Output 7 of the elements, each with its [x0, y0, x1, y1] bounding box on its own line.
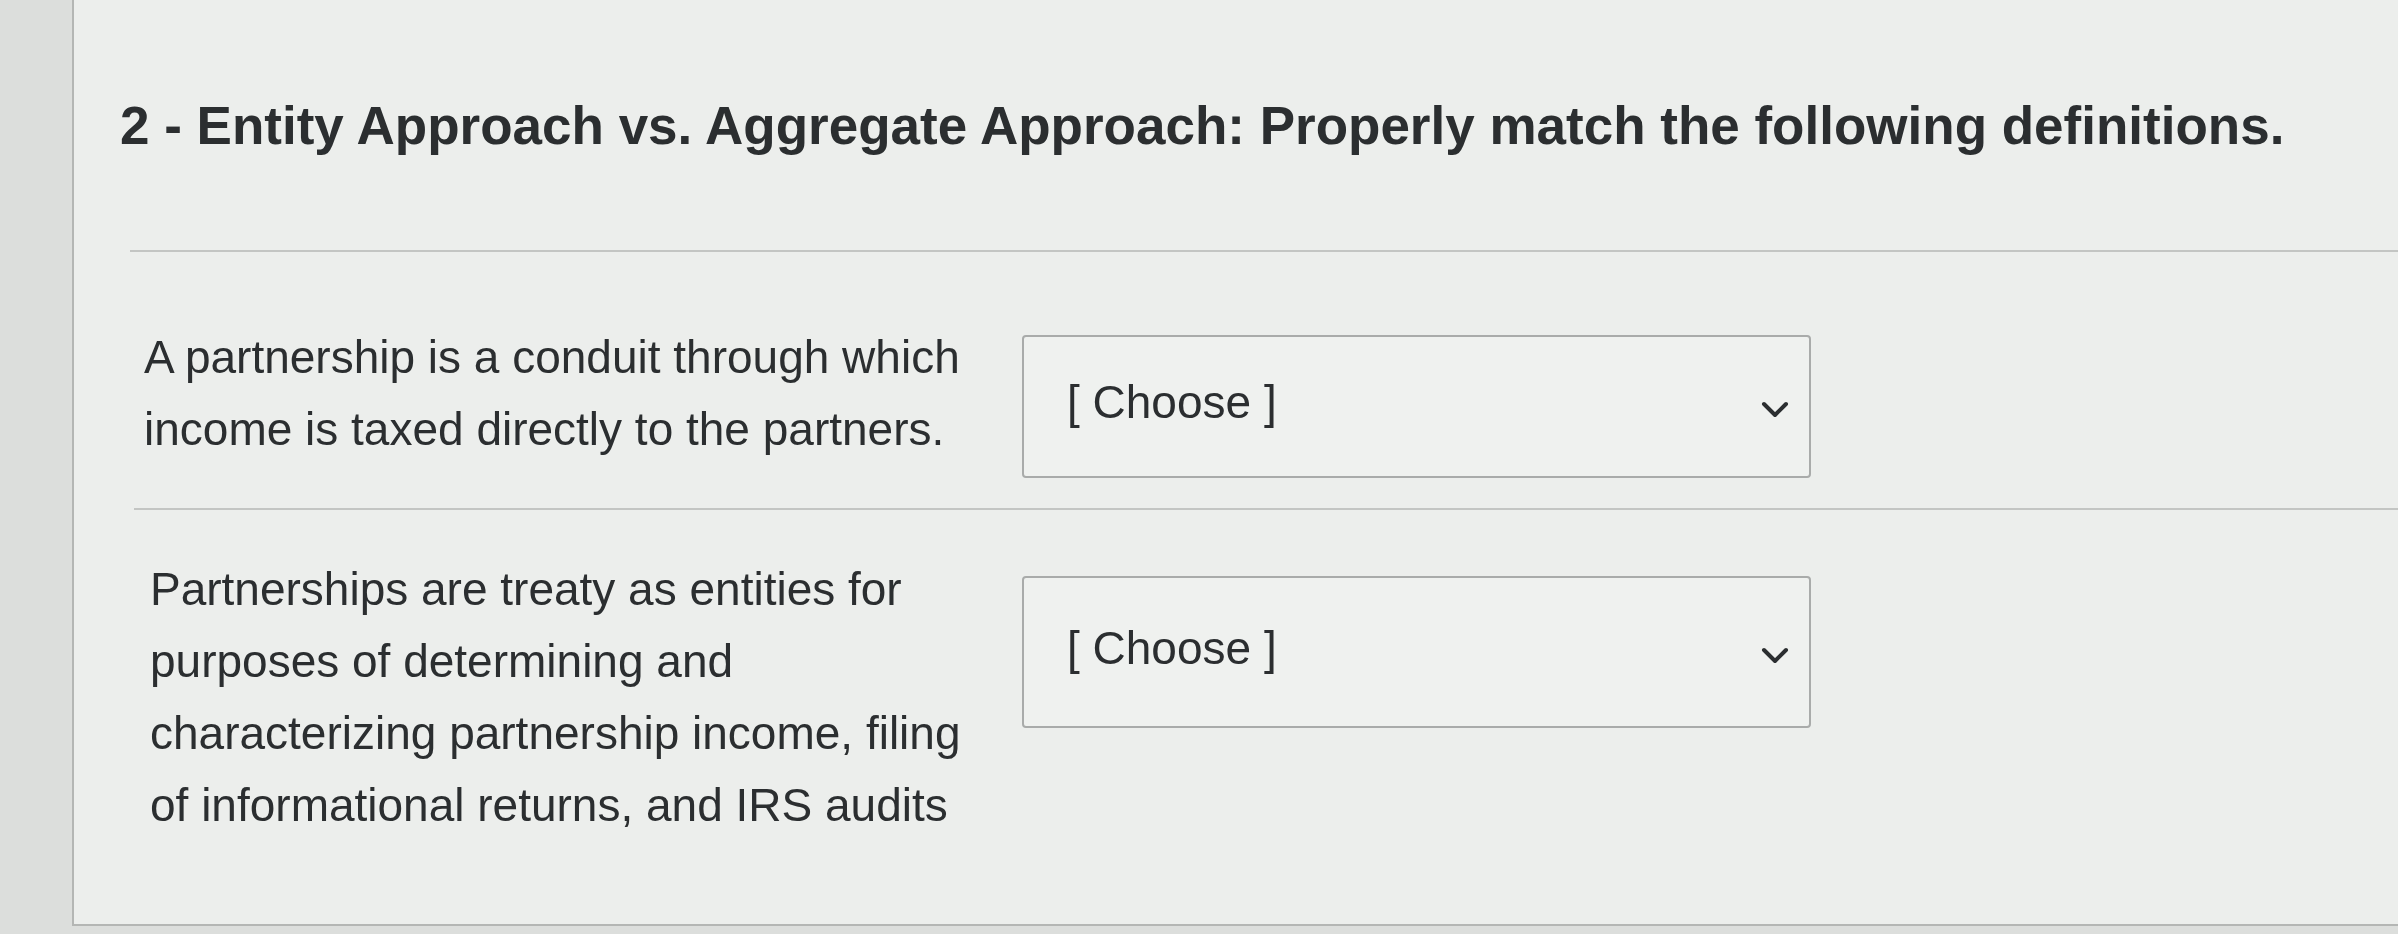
answer-dropdown[interactable]: [ Choose ] [1022, 335, 1811, 478]
answer-dropdown[interactable]: [ Choose ] [1022, 576, 1811, 728]
definition-text: A partnership is a conduit through which income is taxed directly to the partners. [144, 330, 961, 457]
chevron-down-icon [1761, 646, 1789, 664]
chevron-down-icon [1761, 401, 1789, 418]
question-title: 2 - Entity Approach vs. Aggregate Approach: Properly match the following definitions. [120, 95, 2285, 157]
definition-text: Partnerships are treaty as entities for purposes of determining and characterizing partnership income, filing of informational returns, and IRS audits [150, 562, 962, 833]
